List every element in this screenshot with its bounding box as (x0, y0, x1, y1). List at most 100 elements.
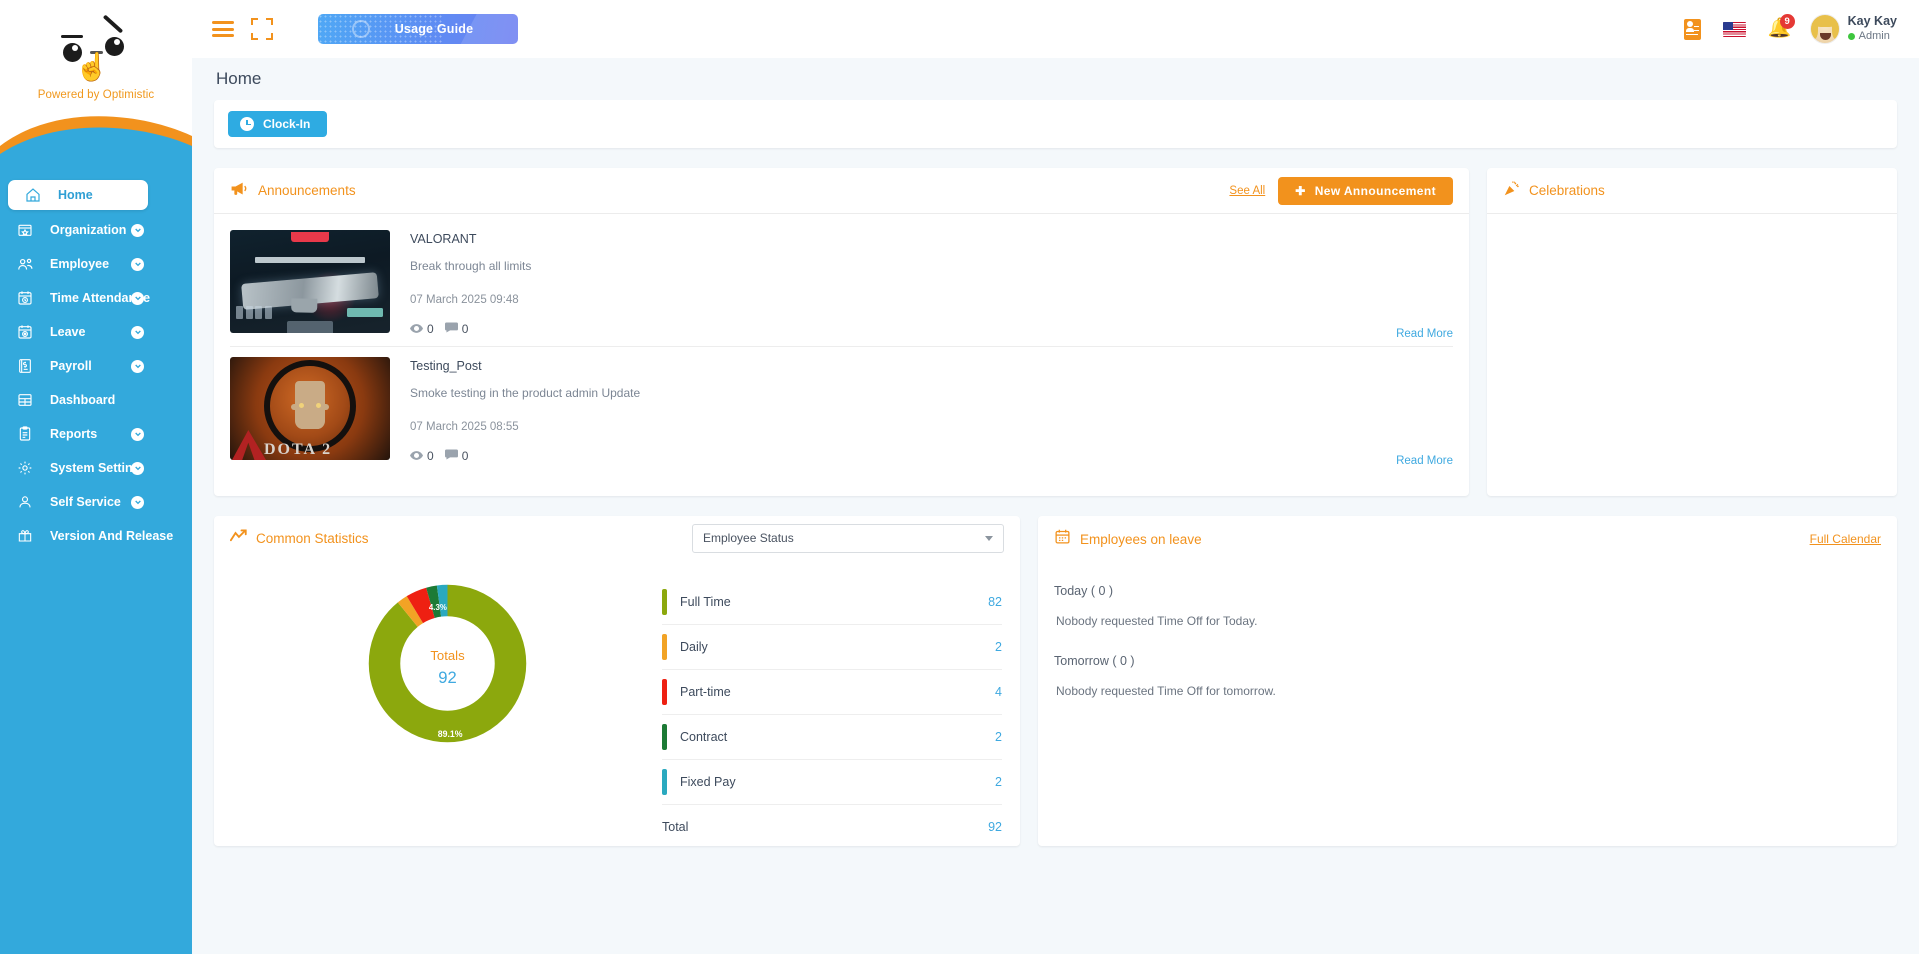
donut-label-full-time: 89.1% (437, 729, 462, 739)
employee-status-selected-value: Employee Status (703, 531, 794, 545)
sidebar-item-reports[interactable]: Reports (0, 420, 192, 448)
main-area: Usage Guide 🔔 9 Kay Kay (192, 0, 1919, 954)
sidebar-item-version-and-release[interactable]: Version And Release (0, 522, 192, 550)
eye-icon (410, 322, 423, 336)
comment-icon (445, 322, 458, 336)
common-statistics-title: Common Statistics (256, 531, 369, 546)
chevron-down-icon[interactable] (131, 428, 144, 441)
leave-today-message: Nobody requested Time Off for Today. (1054, 614, 1881, 628)
chevron-down-icon[interactable] (131, 462, 144, 475)
sidebar-item-payroll[interactable]: Payroll (0, 352, 192, 380)
sidebar-item-employee[interactable]: Employee (0, 250, 192, 278)
top-bar-right: 🔔 9 Kay Kay Admin (1684, 14, 1897, 44)
content-area: Clock-In Announcements See All (192, 100, 1919, 954)
see-all-link[interactable]: See All (1229, 185, 1265, 197)
calendar-icon (1054, 528, 1071, 550)
avatar (1810, 14, 1840, 44)
dota2-thumbnail: DOTA 2 (230, 357, 390, 460)
sidebar-item-dashboard[interactable]: Dashboard (0, 386, 192, 414)
donut-chart: Totals 92 89.1% 4.3% (232, 570, 662, 849)
chevron-down-icon[interactable] (131, 326, 144, 339)
announcement-item[interactable]: VALORANT Break through all limits 07 Mar… (230, 220, 1453, 336)
chevron-down-icon[interactable] (131, 360, 144, 373)
sidebar-item-home[interactable]: Home (8, 180, 148, 210)
common-statistics-header: Common Statistics Employee Status (214, 516, 1020, 560)
announcement-item[interactable]: DOTA 2 Testing_Post Smoke testing in the… (230, 347, 1453, 463)
fullscreen-icon[interactable] (251, 18, 273, 40)
legend-label: Contract (680, 730, 727, 744)
comments-count: 0 (462, 322, 469, 336)
new-announcement-label: New Announcement (1315, 184, 1436, 198)
user-role: Admin (1848, 30, 1897, 44)
sidebar-item-label: Home (58, 188, 93, 202)
id-card-icon[interactable] (1684, 19, 1701, 40)
hamburger-menu-icon[interactable] (212, 18, 234, 41)
sidebar-item-label: Organization (50, 223, 126, 237)
employee-status-select[interactable]: Employee Status (692, 524, 1004, 553)
views-count: 0 (427, 322, 434, 336)
comments-group: 0 (445, 449, 469, 463)
legend-label: Fixed Pay (680, 775, 736, 789)
donut-center-label: Totals (430, 648, 465, 663)
page-title: Home (216, 69, 261, 89)
plus-icon: ✚ (1295, 184, 1305, 198)
payroll-icon (12, 358, 38, 374)
announcement-body: Testing_Post Smoke testing in the produc… (410, 357, 1453, 463)
views-group: 0 (410, 449, 434, 463)
legend-value: 82 (988, 595, 1002, 609)
new-announcement-button[interactable]: ✚ New Announcement (1278, 177, 1453, 205)
notifications-bell[interactable]: 🔔 9 (1768, 18, 1788, 40)
announcement-subtitle: Smoke testing in the product admin Updat… (410, 386, 1453, 400)
announcement-subtitle: Break through all limits (410, 259, 1453, 273)
chevron-down-icon[interactable] (131, 224, 144, 237)
legend-value: 4 (995, 685, 1002, 699)
legend-value: 2 (995, 775, 1002, 789)
eye-icon (410, 449, 423, 463)
sidebar-nav: Home Organization Employee (0, 168, 192, 550)
sidebar-item-system-setting[interactable]: System Setting (0, 454, 192, 482)
legend-label: Full Time (680, 595, 731, 609)
sidebar-item-leave[interactable]: Leave (0, 318, 192, 346)
chevron-down-icon[interactable] (131, 258, 144, 271)
us-flag-icon[interactable] (1723, 22, 1746, 37)
legend-swatch (662, 634, 667, 660)
legend-item: Contract 2 (662, 715, 1002, 760)
sidebar-item-label: Leave (50, 325, 85, 339)
sidebar-item-self-service[interactable]: Self Service (0, 488, 192, 516)
clock-in-button[interactable]: Clock-In (228, 111, 327, 137)
leave-today-label: Today ( 0 ) (1054, 584, 1881, 598)
online-status-dot (1848, 33, 1855, 40)
employees-on-leave-card: Employees on leave Full Calendar Today (… (1038, 516, 1897, 846)
user-menu[interactable]: Kay Kay Admin (1810, 14, 1897, 44)
megaphone-icon (230, 181, 249, 201)
announcement-clipped-text (410, 406, 1453, 415)
package-icon (12, 528, 38, 544)
page-header: Home (192, 58, 1919, 100)
full-calendar-link[interactable]: Full Calendar (1810, 532, 1881, 546)
read-more-link[interactable]: Read More (1396, 328, 1453, 340)
top-bar: Usage Guide 🔔 9 Kay Kay (192, 0, 1919, 58)
usage-guide-button[interactable]: Usage Guide (318, 14, 518, 44)
time-attendance-icon (12, 290, 38, 306)
sidebar-item-organization[interactable]: Organization (0, 216, 192, 244)
employees-on-leave-title: Employees on leave (1080, 532, 1202, 547)
legend-label: Part-time (680, 685, 731, 699)
read-more-link[interactable]: Read More (1396, 455, 1453, 467)
comments-count: 0 (462, 449, 469, 463)
announcement-meta: 0 0 (410, 449, 1453, 463)
usage-guide-label: Usage Guide (363, 22, 474, 36)
employees-on-leave-header: Employees on leave Full Calendar (1038, 516, 1897, 562)
sidebar-item-label: Payroll (50, 359, 92, 373)
legend-total-value: 92 (988, 820, 1002, 834)
sidebar-item-time-attendance[interactable]: Time Attendance (0, 284, 192, 312)
chevron-down-icon[interactable] (131, 496, 144, 509)
announcement-clipped-text (410, 279, 1453, 288)
party-popper-icon (1503, 180, 1520, 202)
legend-total-row: Total 92 (662, 805, 1002, 849)
home-icon (20, 187, 46, 203)
organization-icon (12, 222, 38, 238)
legend-item: Part-time 4 (662, 670, 1002, 715)
chevron-down-icon[interactable] (131, 292, 144, 305)
sidebar-item-label: Self Service (50, 495, 121, 509)
legend-label: Daily (680, 640, 708, 654)
